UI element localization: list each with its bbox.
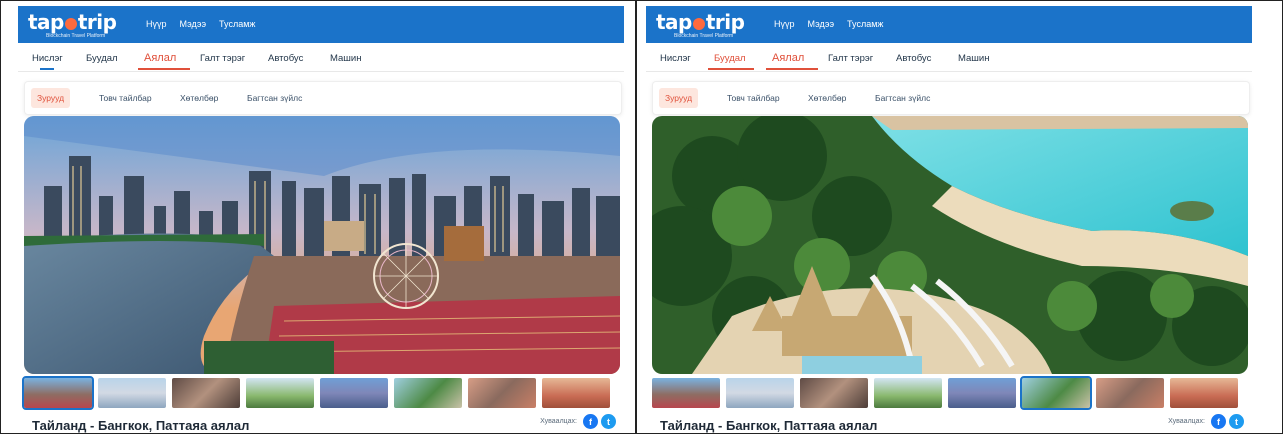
- thumbnail-strip: [652, 376, 1248, 410]
- twitter-icon[interactable]: t: [1229, 414, 1244, 429]
- tab-tour[interactable]: Аялал: [144, 52, 176, 64]
- tab-train[interactable]: Галт тэрэг: [200, 53, 245, 64]
- tab-included[interactable]: Багтсан зүйлс: [247, 93, 302, 103]
- nav-home[interactable]: Нүүр: [146, 19, 167, 29]
- thumbnail-6[interactable]: [394, 378, 462, 408]
- nav-home[interactable]: Нүүр: [774, 19, 795, 29]
- hero-photo-waterpark[interactable]: [652, 116, 1248, 374]
- panel-right: tap trip Blockchain Travel Platform Нүүр …: [646, 6, 1252, 434]
- facebook-icon[interactable]: f: [583, 414, 598, 429]
- tab-photos[interactable]: Зурууд: [31, 88, 71, 108]
- tab-hotel-underline: [708, 68, 754, 70]
- hero-photo-bangkok[interactable]: [24, 116, 620, 374]
- top-navbar: tap trip Blockchain Travel Platform Нүүр …: [646, 6, 1252, 43]
- logo-dot-icon: [64, 18, 77, 30]
- tab-flight[interactable]: Нислэг: [32, 53, 63, 64]
- tapatrip-logo[interactable]: tap trip: [28, 10, 117, 34]
- share-bar: Хуваалцах: f t: [540, 414, 616, 429]
- thumbnail-6[interactable]: [1020, 376, 1092, 410]
- tab-overview[interactable]: Товч тайлбар: [99, 93, 152, 103]
- thumbnail-2[interactable]: [98, 378, 166, 408]
- logo-dot-icon: [692, 18, 705, 30]
- tab-flight[interactable]: Нислэг: [660, 53, 691, 64]
- tab-train[interactable]: Галт тэрэг: [828, 53, 873, 64]
- tour-title: Тайланд - Бангкок, Паттаяа аялал: [32, 418, 250, 433]
- tab-tour-underline: [766, 68, 818, 70]
- thumbnail-3[interactable]: [172, 378, 240, 408]
- share-bar: Хуваалцах: f t: [1168, 414, 1244, 429]
- thumbnail-3[interactable]: [800, 378, 868, 408]
- main-nav: Нүүр Мэдээ Тусламж: [774, 19, 883, 29]
- tour-title: Тайланд - Бангкок, Паттаяа аялал: [660, 418, 878, 433]
- nav-help[interactable]: Тусламж: [219, 19, 255, 29]
- twitter-icon[interactable]: t: [601, 414, 616, 429]
- share-label: Хуваалцах:: [540, 418, 577, 425]
- bangkok-cityscape-image: [24, 116, 620, 374]
- tab-photos[interactable]: Зурууд: [659, 88, 699, 108]
- share-label: Хуваалцах:: [1168, 418, 1205, 425]
- facebook-icon[interactable]: f: [1211, 414, 1226, 429]
- tapatrip-logo[interactable]: tap trip: [656, 10, 745, 34]
- panel-left: tap trip Blockchain Travel Platform Нүүр …: [18, 6, 624, 434]
- tab-included[interactable]: Багтсан зүйлс: [875, 93, 930, 103]
- tab-bus[interactable]: Автобус: [896, 53, 931, 64]
- thumbnail-strip: [22, 376, 620, 410]
- panel-divider: [635, 0, 637, 434]
- nav-news[interactable]: Мэдээ: [180, 19, 207, 29]
- logo-text-suffix: trip: [77, 10, 117, 34]
- tab-car[interactable]: Машин: [330, 53, 361, 64]
- tab-itinerary[interactable]: Хөтөлбөр: [808, 93, 846, 103]
- thumbnail-4[interactable]: [246, 378, 314, 408]
- logo-text-prefix: tap: [656, 10, 692, 34]
- top-navbar: tap trip Blockchain Travel Platform Нүүр …: [18, 6, 624, 43]
- thumbnail-2[interactable]: [726, 378, 794, 408]
- logo-text-prefix: tap: [28, 10, 64, 34]
- thumbnail-1[interactable]: [22, 376, 94, 410]
- tab-hotel[interactable]: Буудал: [714, 53, 746, 64]
- logo-tagline: Blockchain Travel Platform: [674, 33, 734, 39]
- tab-overview[interactable]: Товч тайлбар: [727, 93, 780, 103]
- tab-itinerary[interactable]: Хөтөлбөр: [180, 93, 218, 103]
- tab-tour-underline: [138, 68, 190, 70]
- nav-help[interactable]: Тусламж: [847, 19, 883, 29]
- nav-news[interactable]: Мэдээ: [808, 19, 835, 29]
- thumbnail-8[interactable]: [1170, 378, 1238, 408]
- logo-text-suffix: trip: [705, 10, 745, 34]
- tab-car[interactable]: Машин: [958, 53, 989, 64]
- thumbnail-5[interactable]: [948, 378, 1016, 408]
- thumbnail-7[interactable]: [468, 378, 536, 408]
- category-tabs: Нислэг Буудал Аялал Галт тэрэг Автобус М…: [646, 43, 1252, 72]
- thumbnail-1[interactable]: [652, 378, 720, 408]
- thumbnail-8[interactable]: [542, 378, 610, 408]
- logo-tagline: Blockchain Travel Platform: [46, 33, 106, 39]
- waterpark-beach-image: [652, 116, 1248, 374]
- main-nav: Нүүр Мэдээ Тусламж: [146, 19, 255, 29]
- category-tabs: Нислэг Буудал Аялал Галт тэрэг Автобус М…: [18, 43, 624, 72]
- detail-tabs: Зурууд Товч тайлбар Хөтөлбөр Багтсан зүй…: [652, 81, 1250, 115]
- thumbnail-4[interactable]: [874, 378, 942, 408]
- tab-tour[interactable]: Аялал: [772, 52, 804, 64]
- active-indicator: [40, 68, 54, 70]
- tab-bus[interactable]: Автобус: [268, 53, 303, 64]
- tab-hotel[interactable]: Буудал: [86, 53, 118, 64]
- thumbnail-5[interactable]: [320, 378, 388, 408]
- thumbnail-7[interactable]: [1096, 378, 1164, 408]
- detail-tabs: Зурууд Товч тайлбар Хөтөлбөр Багтсан зүй…: [24, 81, 622, 115]
